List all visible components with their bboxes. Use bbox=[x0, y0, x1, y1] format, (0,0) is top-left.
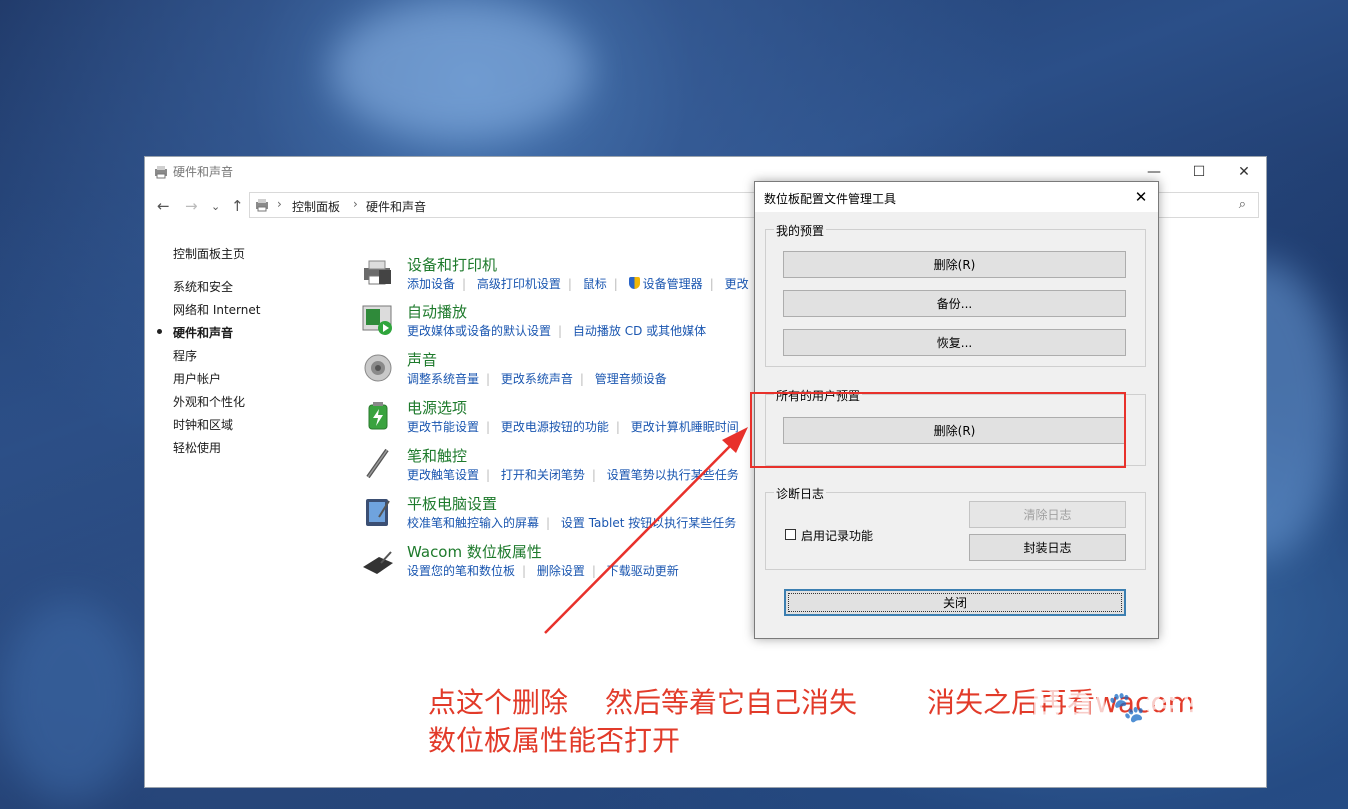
category-title[interactable]: 平板电脑设置 bbox=[407, 493, 497, 514]
watermark-url: jingyan.baidu.com bbox=[1037, 748, 1259, 776]
recent-chevron-icon[interactable]: ⌄ bbox=[211, 200, 220, 213]
link-separator: | bbox=[486, 468, 491, 482]
watermark-logo: Bai🐾经验 bbox=[1030, 676, 1218, 728]
wallpaper-glow bbox=[0, 600, 140, 800]
backup-button[interactable]: 备份... bbox=[783, 290, 1126, 317]
sidebar-item-programs[interactable]: 程序 bbox=[173, 347, 197, 364]
sidebar-item-network[interactable]: 网络和 Internet bbox=[173, 301, 260, 318]
up-arrow-icon[interactable]: ↑ bbox=[231, 197, 244, 215]
active-indicator-icon bbox=[157, 329, 162, 334]
link-separator: | bbox=[462, 277, 467, 291]
hardware-sound-icon bbox=[256, 199, 268, 212]
sidebar-item-hardware-sound[interactable]: 硬件和声音 bbox=[173, 324, 233, 341]
category-title[interactable]: Wacom 数位板属性 bbox=[407, 541, 542, 562]
annotation-text: 然后等着它自己消失 bbox=[605, 686, 858, 719]
wacom-tablet-icon bbox=[363, 551, 393, 574]
delete-my-prefs-button[interactable]: 删除(R) bbox=[783, 251, 1126, 278]
annotation-text: 点这个删除 bbox=[428, 686, 569, 719]
link-power-button[interactable]: 更改电源按钮的功能 bbox=[501, 420, 609, 434]
enable-logging-label[interactable]: 启用记录功能 bbox=[801, 527, 873, 544]
breadcrumb-separator-icon: › bbox=[277, 197, 282, 211]
link-separator: | bbox=[613, 277, 618, 291]
link-separator: | bbox=[709, 277, 714, 291]
link-add-device[interactable]: 添加设备 bbox=[407, 277, 455, 291]
hardware-sound-icon bbox=[155, 166, 167, 179]
wallpaper-glow bbox=[330, 0, 590, 140]
breadcrumb-control-panel[interactable]: 控制面板 bbox=[292, 198, 340, 215]
package-log-button[interactable]: 封装日志 bbox=[969, 534, 1126, 561]
link-separator: | bbox=[558, 324, 563, 338]
dialog-close-icon[interactable]: ✕ bbox=[1124, 182, 1158, 212]
category-title[interactable]: 自动播放 bbox=[407, 301, 467, 322]
maximize-button[interactable]: ☐ bbox=[1176, 157, 1222, 187]
watermark-brand: Bai bbox=[1030, 677, 1109, 728]
link-separator: | bbox=[546, 516, 551, 530]
link-delete-settings[interactable]: 删除设置 bbox=[537, 564, 585, 578]
link-separator: | bbox=[567, 277, 572, 291]
category-title[interactable]: 电源选项 bbox=[407, 397, 467, 418]
dialog-title-bar[interactable]: 数位板配置文件管理工具 ✕ bbox=[755, 182, 1158, 212]
link-separator: | bbox=[486, 420, 491, 434]
window-title: 硬件和声音 bbox=[173, 165, 234, 179]
pen-icon bbox=[366, 448, 389, 479]
link-advanced-printer[interactable]: 高级打印机设置 bbox=[477, 277, 561, 291]
group-label: 诊断日志 bbox=[774, 485, 827, 502]
sidebar-item-ease-of-access[interactable]: 轻松使用 bbox=[173, 439, 221, 456]
back-arrow-icon[interactable]: ← bbox=[157, 197, 170, 215]
link-separator: | bbox=[579, 372, 584, 386]
link-media-default[interactable]: 更改媒体或设备的默认设置 bbox=[407, 324, 551, 338]
dialog-title: 数位板配置文件管理工具 bbox=[764, 192, 897, 206]
printer-icon bbox=[364, 260, 391, 285]
tablet-icon bbox=[366, 499, 390, 526]
link-change-sounds[interactable]: 更改系统声音 bbox=[501, 372, 573, 386]
autoplay-icon bbox=[362, 305, 392, 335]
enable-logging-checkbox[interactable] bbox=[785, 529, 796, 540]
sidebar-item-home[interactable]: 控制面板主页 bbox=[173, 245, 245, 262]
link-pen-tablet-settings[interactable]: 设置您的笔和数位板 bbox=[407, 564, 515, 578]
restore-button[interactable]: 恢复... bbox=[783, 329, 1126, 356]
link-more[interactable]: 更改 bbox=[725, 277, 749, 291]
battery-icon bbox=[368, 402, 388, 430]
link-pen-settings[interactable]: 更改触笔设置 bbox=[407, 468, 479, 482]
link-separator: | bbox=[591, 468, 596, 482]
speaker-icon bbox=[364, 354, 392, 382]
sidebar-item-user-accounts[interactable]: 用户帐户 bbox=[173, 370, 221, 387]
close-window-button[interactable]: ✕ bbox=[1221, 157, 1267, 187]
link-autoplay-cd[interactable]: 自动播放 CD 或其他媒体 bbox=[573, 324, 706, 338]
link-separator: | bbox=[591, 564, 596, 578]
link-gesture-tasks[interactable]: 设置笔势以执行某些任务 bbox=[607, 468, 739, 482]
close-dialog-label: 关闭 bbox=[942, 596, 967, 610]
link-adjust-volume[interactable]: 调整系统音量 bbox=[407, 372, 479, 386]
sidebar-item-clock-region[interactable]: 时钟和区域 bbox=[173, 416, 233, 433]
link-audio-devices[interactable]: 管理音频设备 bbox=[595, 372, 667, 386]
close-dialog-button[interactable]: 关闭 bbox=[784, 589, 1126, 616]
search-icon[interactable]: ⌕ bbox=[1239, 197, 1246, 212]
category-title[interactable]: 笔和触控 bbox=[407, 445, 467, 466]
sidebar-item-system-security[interactable]: 系统和安全 bbox=[173, 278, 233, 295]
annotation-highlight-box bbox=[750, 392, 1126, 468]
link-sleep-time[interactable]: 更改计算机睡眠时间 bbox=[631, 420, 739, 434]
watermark-brand-cn: 经验 bbox=[1145, 685, 1218, 726]
breadcrumb-hardware-sound[interactable]: 硬件和声音 bbox=[366, 198, 426, 215]
category-title[interactable]: 声音 bbox=[407, 349, 437, 370]
category-title[interactable]: 设备和打印机 bbox=[407, 254, 497, 275]
shield-icon bbox=[628, 277, 640, 289]
link-calibrate-screen[interactable]: 校准笔和触控输入的屏幕 bbox=[407, 516, 539, 530]
link-toggle-gestures[interactable]: 打开和关闭笔势 bbox=[501, 468, 585, 482]
link-separator: | bbox=[522, 564, 527, 578]
link-power-saving[interactable]: 更改节能设置 bbox=[407, 420, 479, 434]
breadcrumb-separator-icon: › bbox=[353, 197, 358, 211]
link-separator: | bbox=[615, 420, 620, 434]
link-mouse[interactable]: 鼠标 bbox=[583, 277, 607, 291]
annotation-text: 数位板属性能否打开 bbox=[428, 724, 681, 757]
link-separator: | bbox=[486, 372, 491, 386]
sidebar-item-appearance[interactable]: 外观和个性化 bbox=[173, 393, 245, 410]
link-device-manager[interactable]: 设备管理器 bbox=[643, 277, 703, 291]
paw-icon: 🐾 bbox=[1108, 690, 1146, 725]
link-tablet-buttons[interactable]: 设置 Tablet 按钮以执行某些任务 bbox=[561, 516, 736, 530]
forward-arrow-icon[interactable]: → bbox=[185, 197, 198, 215]
clear-log-button: 清除日志 bbox=[969, 501, 1126, 528]
group-label: 我的预置 bbox=[774, 222, 827, 239]
link-download-driver[interactable]: 下载驱动更新 bbox=[607, 564, 679, 578]
